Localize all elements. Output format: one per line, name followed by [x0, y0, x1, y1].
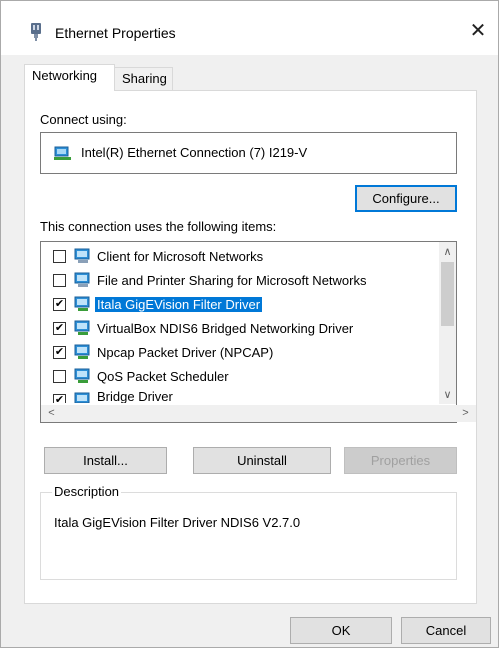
scroll-down-icon[interactable]: ∨: [439, 388, 456, 401]
item-label: Bridge Driver: [97, 389, 173, 403]
items-list-label: This connection uses the following items…: [40, 219, 277, 234]
network-protocol-icon: [74, 392, 90, 403]
description-text: Itala GigEVision Filter Driver NDIS6 V2.…: [54, 515, 301, 530]
title-bar[interactable]: Ethernet Properties ✕: [1, 1, 498, 55]
network-filter-icon: [74, 296, 90, 311]
list-item[interactable]: ✔ VirtualBox NDIS6 Bridged Networking Dr…: [41, 317, 456, 341]
list-item[interactable]: QoS Packet Scheduler: [41, 365, 456, 389]
item-label: Client for Microsoft Networks: [97, 249, 264, 264]
checkbox[interactable]: ✔: [53, 322, 66, 335]
connect-using-label: Connect using:: [40, 112, 127, 127]
checkbox[interactable]: [53, 370, 66, 383]
item-label: Npcap Packet Driver (NPCAP): [97, 345, 274, 360]
install-button[interactable]: Install...: [44, 447, 167, 474]
list-item[interactable]: ✔ Npcap Packet Driver (NPCAP): [41, 341, 456, 365]
item-label: QoS Packet Scheduler: [97, 369, 229, 384]
scroll-up-icon[interactable]: ∧: [439, 245, 456, 258]
ethernet-properties-dialog: Ethernet Properties ✕ Networking Sharing…: [0, 0, 499, 648]
properties-button: Properties: [344, 447, 457, 474]
checkbox[interactable]: ✔: [53, 298, 66, 311]
list-item[interactable]: ✔ Bridge Driver: [41, 389, 456, 403]
cancel-button[interactable]: Cancel: [401, 617, 491, 644]
item-label-selected: Itala GigEVision Filter Driver: [95, 297, 263, 312]
checkbox[interactable]: [53, 250, 66, 263]
list-item[interactable]: Client for Microsoft Networks: [41, 245, 456, 269]
scroll-left-icon[interactable]: <: [43, 407, 60, 419]
list-item[interactable]: File and Printer Sharing for Microsoft N…: [41, 269, 456, 293]
ethernet-adapter-icon: [54, 146, 71, 160]
close-button[interactable]: ✕: [458, 11, 498, 51]
description-group: Itala GigEVision Filter Driver NDIS6 V2.…: [40, 492, 457, 580]
network-client-icon: [74, 248, 90, 263]
network-service-icon: [74, 368, 90, 383]
checkbox[interactable]: [53, 274, 66, 287]
adapter-field: Intel(R) Ethernet Connection (7) I219-V: [40, 132, 457, 174]
network-service-icon: [74, 272, 90, 287]
tab-sharing[interactable]: Sharing: [115, 67, 173, 91]
scroll-corner: [439, 405, 456, 422]
horizontal-scrollbar[interactable]: < >: [41, 405, 476, 422]
vertical-scrollbar[interactable]: ∧ ∨: [439, 242, 456, 404]
network-protocol-icon: [74, 320, 90, 335]
items-list[interactable]: Client for Microsoft Networks File and P…: [40, 241, 476, 423]
checkbox[interactable]: ✔: [53, 346, 66, 359]
item-label: VirtualBox NDIS6 Bridged Networking Driv…: [97, 321, 354, 336]
network-protocol-icon: [74, 344, 90, 359]
window-title: Ethernet Properties: [55, 25, 176, 41]
configure-button[interactable]: Configure...: [355, 185, 457, 212]
network-adapter-icon: [31, 23, 41, 41]
scroll-thumb[interactable]: [441, 262, 454, 326]
ok-button[interactable]: OK: [290, 617, 392, 644]
adapter-name: Intel(R) Ethernet Connection (7) I219-V: [81, 145, 308, 160]
item-label: File and Printer Sharing for Microsoft N…: [97, 273, 367, 288]
description-label: Description: [52, 484, 122, 499]
list-item[interactable]: ✔ Itala GigEVision Filter Driver: [41, 293, 456, 317]
scroll-right-icon[interactable]: >: [457, 407, 474, 419]
uninstall-button[interactable]: Uninstall: [193, 447, 331, 474]
checkbox[interactable]: ✔: [53, 394, 66, 403]
tab-networking[interactable]: Networking: [24, 64, 115, 91]
